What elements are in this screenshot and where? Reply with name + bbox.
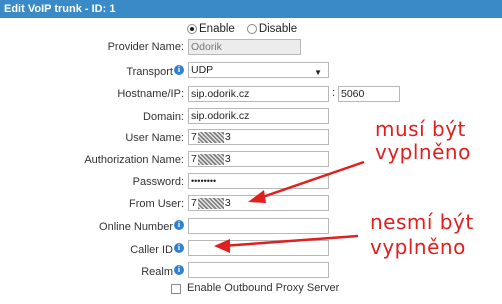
arrow-to-caller-id — [214, 234, 359, 253]
annotation-arrows — [214, 160, 365, 253]
arrow-to-from-user — [248, 160, 365, 203]
